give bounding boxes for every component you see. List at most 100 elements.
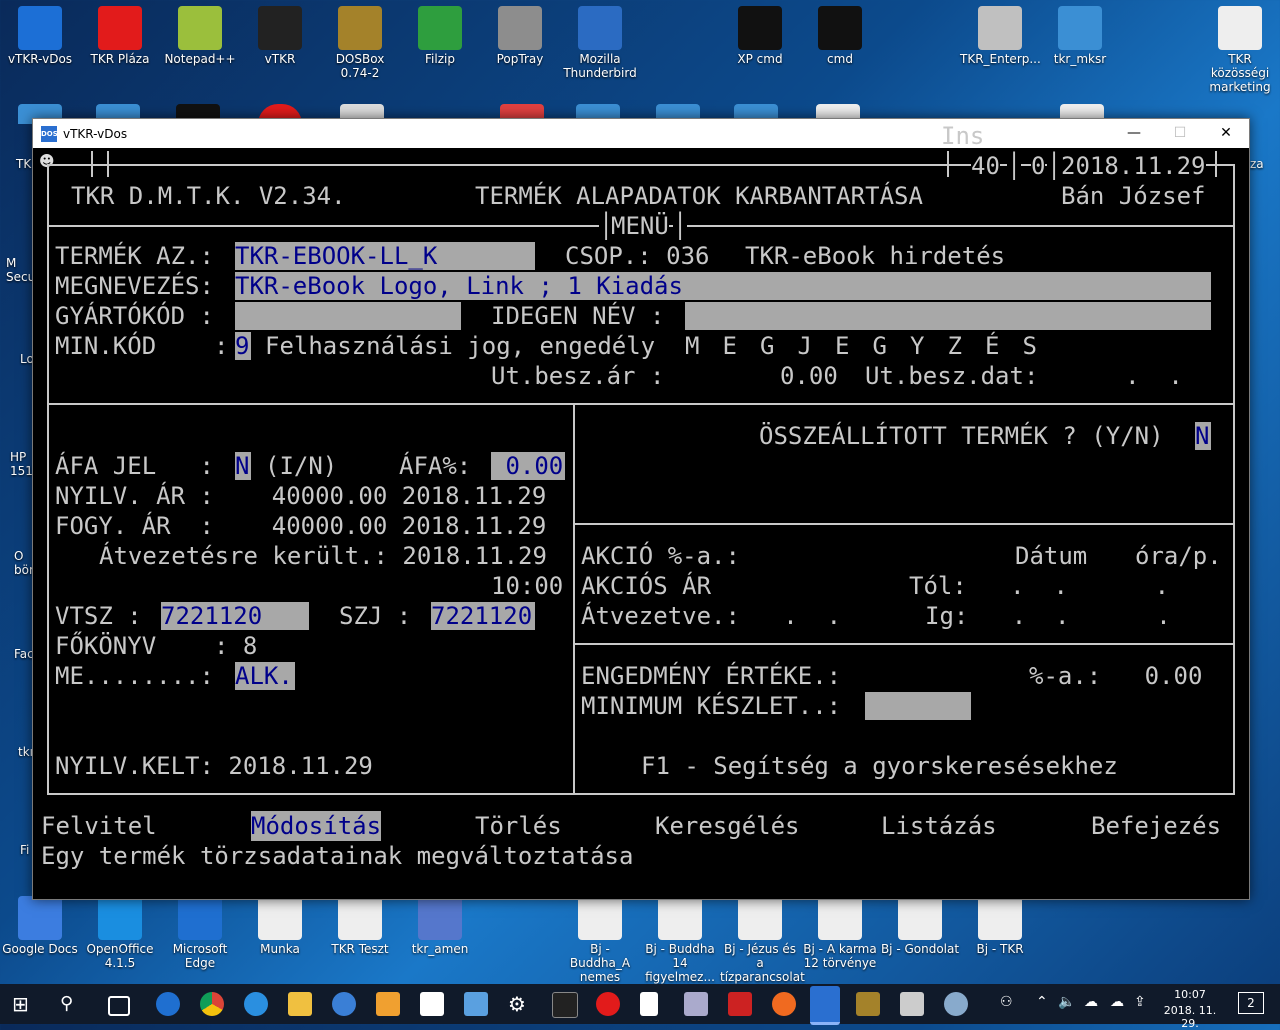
desktop-icon[interactable]: PopTray xyxy=(480,0,560,66)
notification-icon[interactable]: 2 xyxy=(1238,992,1264,1014)
chrome-taskbar-icon[interactable] xyxy=(200,992,224,1016)
dos-screen: Ins 40 │ 0 │ 2018.11.29 TKR D.M.T.K. V2.… xyxy=(33,122,1249,899)
upload-icon[interactable]: ⇪ xyxy=(1134,994,1146,1010)
gyarto-input[interactable] xyxy=(235,302,461,330)
desktop-icon-label: vTKR xyxy=(264,52,296,66)
maximize-button[interactable]: ☐ xyxy=(1157,119,1203,148)
window-titlebar[interactable]: DOS vTKR-vDos — ☐ ✕ xyxy=(33,119,1249,148)
desktop-icon[interactable]: Notepad++ xyxy=(160,0,240,66)
desktop-icon[interactable]: Bj - A karma 12 törvénye xyxy=(800,890,880,970)
desktop-icon[interactable]: Bj - Jézus és a tízparancsolat xyxy=(720,890,805,984)
desktop-icon[interactable]: Mozilla Thunderbird xyxy=(560,0,640,80)
vtsz-input[interactable]: 7221120 xyxy=(161,602,309,630)
explorer-taskbar-icon[interactable] xyxy=(288,992,312,1016)
desktop-icon[interactable]: vTKR xyxy=(240,0,320,66)
left-partial-label: tkı xyxy=(18,745,33,759)
desktop-icon[interactable]: Bj - Buddha 14 figyelmez... xyxy=(640,890,720,984)
search-icon[interactable]: ⚲ xyxy=(60,992,84,1016)
desktop-icon[interactable]: vTKR-vDos xyxy=(0,0,80,66)
screen-title: TERMÉK ALAPADATOK KARBANTARTÁSA xyxy=(475,182,923,210)
akcio-pct-label: AKCIÓ %-a.: xyxy=(581,542,740,570)
tray-up-icon[interactable]: ⌃ xyxy=(1036,994,1048,1010)
filezilla-taskbar-icon[interactable] xyxy=(728,992,752,1016)
desktop-icon-label: Microsoft Edge xyxy=(172,942,228,970)
min-keszlet-input[interactable] xyxy=(865,692,971,720)
onedrive-icon[interactable]: ☁ xyxy=(1110,994,1124,1010)
desktop-icon-label: Filzip xyxy=(425,52,455,66)
afa-label: ÁFA JEL : xyxy=(55,452,214,480)
me-input[interactable]: ALK. xyxy=(235,662,295,690)
desktop-icon[interactable]: Filzip xyxy=(400,0,480,66)
afa-input[interactable]: N xyxy=(235,452,251,480)
building-icon xyxy=(418,896,462,940)
clock-time[interactable]: 10:07 xyxy=(1156,988,1224,1001)
desktop-icon[interactable]: TKR közösségi marketing xyxy=(1200,0,1280,94)
afa-pct-input[interactable]: 0.00 xyxy=(491,452,565,480)
desktop-icon[interactable]: Microsoft Edge xyxy=(160,890,240,970)
clock-date[interactable]: 2018. 11. 29. xyxy=(1156,1004,1224,1030)
left-partial-label: Fac xyxy=(14,647,34,661)
desktop-icon[interactable]: tkr_mksr xyxy=(1040,0,1120,66)
settings-gear-icon[interactable]: ⚙ xyxy=(508,992,532,1016)
menu-keresgeles[interactable]: Keresgélés xyxy=(655,811,800,841)
ig-label: Ig: . . . xyxy=(925,602,1171,630)
dos-icon xyxy=(18,6,62,50)
left-partial-label: O bör xyxy=(14,549,34,577)
edge-taskbar-icon[interactable] xyxy=(156,992,180,1016)
dosbox-taskbar-icon[interactable] xyxy=(856,992,880,1016)
menu-listazas[interactable]: Listázás xyxy=(881,811,997,841)
vdos-taskbar-icon[interactable] xyxy=(810,986,840,1025)
app-taskbar-icon[interactable] xyxy=(464,992,488,1016)
start-button[interactable]: ⊞ xyxy=(12,992,36,1016)
paint-taskbar-icon[interactable] xyxy=(944,992,968,1016)
desktop-icon-label: TKR közösségi marketing xyxy=(1209,52,1271,94)
google-docs-icon xyxy=(18,896,62,940)
desktop-icon[interactable]: TKR Pláza xyxy=(80,0,160,66)
mail-taskbar-icon[interactable] xyxy=(420,992,444,1016)
menu-torles[interactable]: Törlés xyxy=(475,811,562,841)
openoffice-icon xyxy=(98,896,142,940)
app2-taskbar-icon[interactable] xyxy=(684,992,708,1016)
menu-felvitel[interactable]: Felvitel xyxy=(41,811,157,841)
desktop-icon[interactable]: XP cmd xyxy=(720,0,800,66)
megnev-input[interactable]: TKR-eBook Logo, Link ; 1 Kiadás xyxy=(235,272,1211,300)
afa-in-hint: (I/N) xyxy=(265,452,338,480)
desktop-icon[interactable]: OpenOffice 4.1.5 xyxy=(80,890,160,970)
console-icon xyxy=(258,6,302,50)
termek-az-input[interactable]: TKR-EBOOK-LL_K xyxy=(235,242,535,270)
ie-taskbar-icon[interactable] xyxy=(244,992,268,1016)
utbesz-ar: Ut.besz.ár : 0.00 xyxy=(491,362,838,390)
document-icon xyxy=(898,896,942,940)
file-taskbar-icon[interactable] xyxy=(640,992,658,1016)
close-button[interactable]: ✕ xyxy=(1203,119,1249,148)
outlook-taskbar-icon[interactable] xyxy=(332,992,356,1016)
desktop-icon[interactable]: Bj - Buddha_A nemes nyol... xyxy=(560,890,640,998)
desktop-icon[interactable]: cmd xyxy=(800,0,880,66)
desktop-icon-label: DOSBox 0.74-2 xyxy=(335,52,385,80)
task-view-icon[interactable] xyxy=(108,996,130,1016)
desktop-icon-label: PopTray xyxy=(496,52,544,66)
minkod-input[interactable]: 9 xyxy=(235,332,251,360)
megnev-label: MEGNEVEZÉS: xyxy=(55,272,214,300)
desktop-icon[interactable]: DOSBox 0.74-2 xyxy=(320,0,400,80)
firefox-taskbar-icon[interactable] xyxy=(772,992,796,1016)
desktop-icon-label: TKR_Enterp... xyxy=(960,52,1041,66)
network-icon[interactable]: ☁ xyxy=(1084,994,1098,1010)
opera-taskbar-icon[interactable] xyxy=(596,992,620,1016)
szj-input[interactable]: 7221120 xyxy=(431,602,535,630)
menu-befejezes[interactable]: Befejezés xyxy=(1091,811,1221,841)
people-icon[interactable]: ⚇ xyxy=(1000,994,1013,1010)
minimize-button[interactable]: — xyxy=(1111,119,1157,148)
calculator-taskbar-icon[interactable] xyxy=(900,992,924,1016)
desktop-icon[interactable]: TKR_Enterp... xyxy=(960,0,1041,66)
menu-modositas[interactable]: Módosítás xyxy=(251,811,382,841)
osszeallitott-input[interactable]: N xyxy=(1195,422,1211,450)
ins-indicator: Ins xyxy=(941,122,985,150)
idegen-input[interactable] xyxy=(685,302,1211,330)
left-partial-label: HP 151( xyxy=(10,450,38,478)
store-taskbar-icon[interactable] xyxy=(376,992,400,1016)
vtsz-label: VTSZ : xyxy=(55,602,142,630)
volume-icon[interactable]: 🔈 xyxy=(1058,994,1075,1010)
desktop-icon-label: Bj - Buddha 14 figyelmez... xyxy=(645,942,715,984)
cmd-taskbar-icon[interactable] xyxy=(552,992,578,1018)
